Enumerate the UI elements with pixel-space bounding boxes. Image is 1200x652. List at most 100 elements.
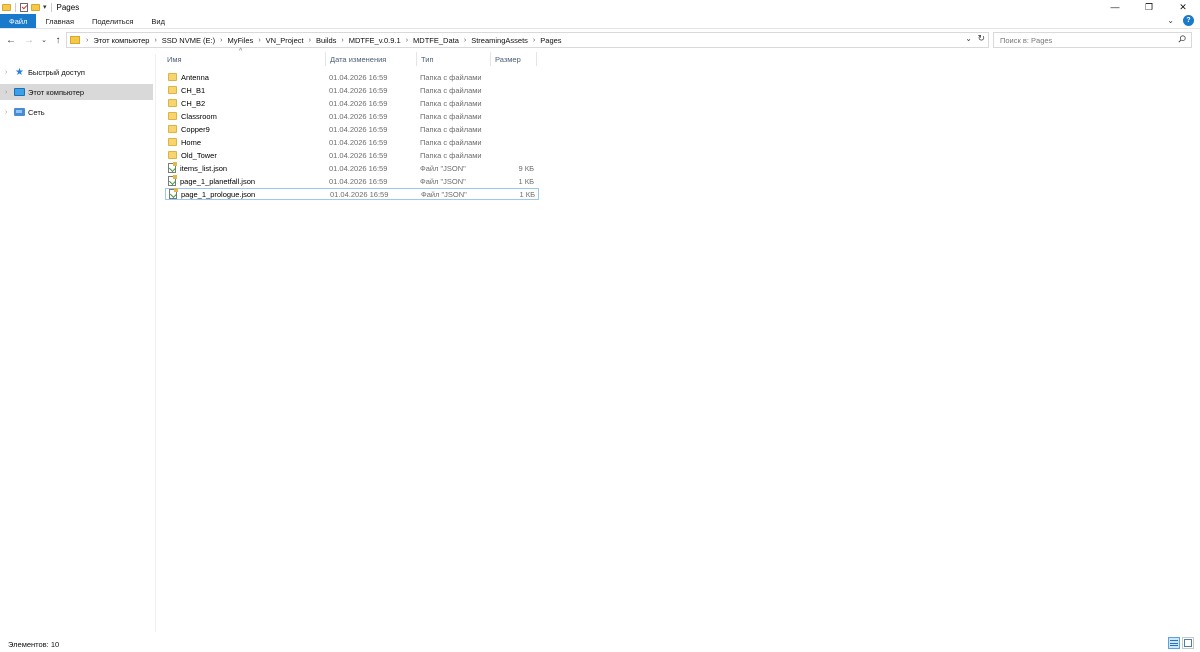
sidebar-item-quick-access[interactable]: › ★ Быстрый доступ bbox=[0, 64, 155, 80]
list-item[interactable]: Copper9 01.04.2026 16:59 Папка с файлами bbox=[165, 123, 539, 135]
file-date: 01.04.2026 16:59 bbox=[329, 176, 388, 186]
restore-button[interactable]: ❐ bbox=[1132, 0, 1166, 14]
file-date: 01.04.2026 16:59 bbox=[329, 98, 388, 108]
breadcrumb-chevron-icon[interactable]: › bbox=[86, 37, 88, 44]
breadcrumb-chevron-icon[interactable]: › bbox=[154, 37, 156, 44]
breadcrumb-pages[interactable]: Pages bbox=[540, 36, 561, 45]
breadcrumb-chevron-icon[interactable]: › bbox=[464, 37, 466, 44]
file-type: Папка с файлами bbox=[420, 150, 482, 160]
expand-ribbon-chevron-icon[interactable]: ⌄ bbox=[1167, 16, 1174, 25]
file-name: Home bbox=[181, 137, 202, 147]
properties-icon[interactable] bbox=[20, 2, 28, 12]
large-icons-view-button[interactable] bbox=[1182, 637, 1194, 649]
address-history-chevron-icon[interactable]: ⌄ bbox=[965, 34, 972, 43]
file-name: CH_B1 bbox=[181, 85, 206, 95]
navigation-pane: › ★ Быстрый доступ › Этот компьютер › Се… bbox=[0, 54, 156, 632]
column-header-label: Размер bbox=[495, 54, 521, 64]
file-name: Old_Tower bbox=[181, 150, 217, 160]
breadcrumb-chevron-icon[interactable]: › bbox=[258, 37, 260, 44]
back-arrow-icon[interactable]: ← bbox=[5, 32, 17, 48]
folder-icon bbox=[168, 112, 177, 120]
file-name: items_list.json bbox=[180, 163, 228, 173]
file-type: Папка с файлами bbox=[420, 124, 482, 134]
list-item[interactable]: Classroom 01.04.2026 16:59 Папка с файла… bbox=[165, 110, 539, 122]
help-icon[interactable]: ? bbox=[1183, 15, 1194, 26]
refresh-icon[interactable]: ↻ bbox=[977, 33, 985, 44]
breadcrumb-builds[interactable]: Builds bbox=[316, 36, 336, 45]
breadcrumb-vn-project[interactable]: VN_Project bbox=[266, 36, 304, 45]
file-size: 9 КБ bbox=[518, 163, 534, 173]
column-header-name[interactable]: ^ Имя bbox=[163, 48, 326, 66]
tab-share[interactable]: Поделиться bbox=[83, 14, 142, 28]
folder-icon bbox=[70, 36, 80, 44]
list-item[interactable]: page_1_planetfall.json 01.04.2026 16:59 … bbox=[165, 175, 539, 187]
expand-chevron-icon[interactable]: › bbox=[5, 69, 14, 76]
search-icon[interactable] bbox=[1178, 35, 1186, 43]
file-type: Файл "JSON" bbox=[421, 189, 467, 199]
list-item[interactable]: items_list.json 01.04.2026 16:59 Файл "J… bbox=[165, 162, 539, 174]
breadcrumb-streaming-assets[interactable]: StreamingAssets bbox=[471, 36, 528, 45]
sidebar-item-network[interactable]: › Сеть bbox=[0, 104, 155, 120]
breadcrumb-chevron-icon[interactable]: › bbox=[533, 37, 535, 44]
breadcrumb-chevron-icon[interactable]: › bbox=[406, 37, 408, 44]
column-header-label: Имя bbox=[167, 54, 182, 64]
file-date: 01.04.2026 16:59 bbox=[329, 72, 388, 82]
address-bar[interactable]: › Этот компьютер › SSD NVME (E:) › MyFil… bbox=[66, 32, 989, 48]
tab-file[interactable]: Файл bbox=[0, 14, 37, 28]
close-button[interactable]: ✕ bbox=[1166, 0, 1200, 14]
file-type: Папка с файлами bbox=[420, 98, 482, 108]
tab-home[interactable]: Главная bbox=[36, 14, 83, 28]
sidebar-item-this-pc[interactable]: › Этот компьютер bbox=[0, 84, 153, 100]
forward-arrow-icon[interactable]: → bbox=[23, 32, 35, 48]
list-item[interactable]: CH_B1 01.04.2026 16:59 Папка с файлами bbox=[165, 84, 539, 96]
network-icon bbox=[14, 108, 25, 117]
list-item[interactable]: CH_B2 01.04.2026 16:59 Папка с файлами bbox=[165, 97, 539, 109]
column-headers: ^ Имя Дата изменения Тип Размер bbox=[163, 48, 543, 66]
details-view-button[interactable] bbox=[1168, 637, 1180, 649]
sidebar-item-label: Быстрый доступ bbox=[28, 67, 85, 77]
minimize-button[interactable]: — bbox=[1098, 0, 1132, 14]
customize-toolbar-chevron-icon[interactable]: ▾ bbox=[43, 3, 47, 11]
file-type: Файл "JSON" bbox=[420, 176, 466, 186]
file-date: 01.04.2026 16:59 bbox=[329, 85, 388, 95]
json-file-icon bbox=[168, 162, 177, 173]
column-header-date[interactable]: Дата изменения bbox=[326, 52, 417, 66]
breadcrumb-this-pc[interactable]: Этот компьютер bbox=[93, 36, 149, 45]
file-date: 01.04.2026 16:59 bbox=[329, 150, 388, 160]
list-item[interactable]: Home 01.04.2026 16:59 Папка с файлами bbox=[165, 136, 539, 148]
recent-locations-chevron-icon[interactable]: ⌄ bbox=[39, 32, 49, 48]
sidebar-item-label: Сеть bbox=[28, 107, 45, 117]
file-type: Папка с файлами bbox=[420, 72, 482, 82]
file-date: 01.04.2026 16:59 bbox=[329, 163, 388, 173]
breadcrumb-drive[interactable]: SSD NVME (E:) bbox=[162, 36, 215, 45]
tab-view[interactable]: Вид bbox=[142, 14, 174, 28]
list-item[interactable]: Antenna 01.04.2026 16:59 Папка с файлами bbox=[165, 71, 539, 83]
large-icons-view-icon bbox=[1184, 639, 1192, 647]
breadcrumb-chevron-icon[interactable]: › bbox=[220, 37, 222, 44]
column-header-type[interactable]: Тип bbox=[417, 52, 491, 66]
expand-chevron-icon[interactable]: › bbox=[5, 89, 14, 96]
breadcrumb-mdtfe-version[interactable]: MDTFE_v.0.9.1 bbox=[349, 36, 401, 45]
new-folder-icon[interactable] bbox=[31, 3, 40, 11]
item-count: Элементов: 10 bbox=[8, 639, 60, 649]
breadcrumb-chevron-icon[interactable]: › bbox=[341, 37, 343, 44]
file-type: Файл "JSON" bbox=[420, 163, 466, 173]
breadcrumb-mdtfe-data[interactable]: MDTFE_Data bbox=[413, 36, 459, 45]
file-name: Classroom bbox=[181, 111, 217, 121]
expand-chevron-icon[interactable]: › bbox=[5, 109, 14, 116]
search-input[interactable]: Поиск в: Pages bbox=[993, 32, 1192, 48]
sidebar-item-label: Этот компьютер bbox=[28, 87, 85, 97]
status-bar: Элементов: 10 bbox=[0, 636, 1200, 652]
list-item[interactable]: Old_Tower 01.04.2026 16:59 Папка с файла… bbox=[165, 149, 539, 161]
breadcrumb-myfiles[interactable]: MyFiles bbox=[227, 36, 253, 45]
file-type: Папка с файлами bbox=[420, 111, 482, 121]
star-icon: ★ bbox=[15, 66, 24, 78]
list-item-focused[interactable]: page_1_prologue.json 01.04.2026 16:59 Фа… bbox=[165, 188, 539, 200]
up-arrow-icon[interactable]: ↑ bbox=[52, 32, 64, 48]
column-header-size[interactable]: Размер bbox=[491, 52, 537, 66]
folder-icon bbox=[168, 73, 177, 81]
breadcrumb-chevron-icon[interactable]: › bbox=[309, 37, 311, 44]
folder-icon bbox=[168, 86, 177, 94]
details-view-icon bbox=[1170, 640, 1178, 646]
file-type: Папка с файлами bbox=[420, 85, 482, 95]
